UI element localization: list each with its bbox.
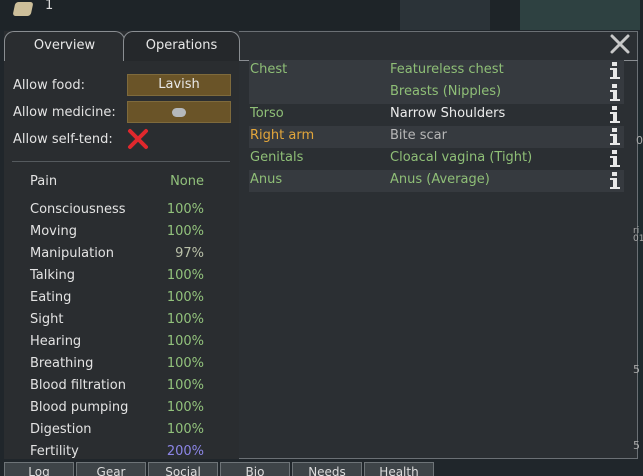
info-icon[interactable] [609,105,621,124]
world-tile [520,0,640,30]
capacity-row: Consciousness 100% [0,202,204,224]
capacity-name: Blood pumping [30,400,129,415]
capacity-name: Breathing [30,356,94,371]
capacity-name: Eating [30,290,72,305]
bottom-tab-social[interactable]: Social [148,462,218,476]
info-icon[interactable] [609,127,621,146]
bottom-tab-gear[interactable]: Gear [76,462,146,476]
close-icon[interactable] [609,33,631,55]
capacity-row: Manipulation 97% [0,246,204,268]
capacity-row: Sight 100% [0,312,204,334]
side-number: 01 [633,234,643,244]
capacity-name: Blood filtration [30,378,126,393]
capacity-row: Blood pumping 100% [0,400,204,422]
capacity-row: Eating 100% [0,290,204,312]
capacity-row: Talking 100% [0,268,204,290]
bottom-tab-label: Health [379,465,419,476]
side-number: 5 [633,439,640,452]
allow-self-tend-label: Allow self-tend: [13,132,113,147]
capacity-value: 100% [166,334,204,349]
capacity-name: Sight [30,312,64,327]
bottom-tab-bio[interactable]: Bio [220,462,290,476]
allow-medicine-button[interactable] [127,101,231,123]
condition: Featureless chest [390,62,504,77]
tab-overview[interactable]: Overview [4,31,125,61]
capacity-value: 100% [166,378,204,393]
capacity-row: Digestion 100% [0,422,204,444]
allow-food-button[interactable]: Lavish [127,74,231,96]
resource-count: 1 [45,0,54,13]
capacity-name: Consciousness [30,202,126,217]
info-icon[interactable] [609,171,621,190]
capacity-value: 100% [166,422,204,437]
bottom-tab-label: Log [28,465,50,476]
allow-food-value: Lavish [158,77,200,92]
condition: Cloacal vagina (Tight) [390,150,533,165]
capacity-value: 200% [166,444,204,458]
tab-operations[interactable]: Operations [123,31,240,61]
capacity-name: Moving [30,224,77,239]
world-tile [400,0,490,30]
silver-resource-icon [12,2,34,16]
hediff-row[interactable]: Anus Anus (Average) [249,170,624,192]
capacity-name: Fertility [30,444,79,458]
hediff-row[interactable]: Chest Featureless chest [249,60,624,82]
condition: Narrow Shoulders [390,106,506,121]
tab-overview-label: Overview [33,38,96,53]
capacity-value: 100% [166,290,204,305]
allow-medicine-label: Allow medicine: [13,105,116,120]
capacity-name: Hearing [30,334,82,349]
pain-label: Pain [30,174,58,189]
capacity-value: 100% [166,268,204,283]
capacity-row: Blood filtration 100% [0,378,204,400]
medicine-icon [172,108,186,117]
info-icon[interactable] [609,83,621,102]
pain-value: None [170,174,204,189]
condition: Anus (Average) [390,172,490,187]
pain-row: Pain None [0,174,204,196]
capacity-row: Breathing 100% [0,356,204,378]
capacity-value: 100% [166,224,204,239]
info-icon[interactable] [609,149,621,168]
bottom-tab-log[interactable]: Log [4,462,74,476]
capacity-value: 100% [166,400,204,415]
bottom-tab-label: Gear [96,465,126,476]
tab-operations-label: Operations [145,38,218,53]
capacity-row: Moving 100% [0,224,204,246]
bottom-tab-label: Social [165,465,201,476]
capacity-name: Digestion [30,422,92,437]
side-number: 5 [633,363,640,376]
side-number: 0 [636,134,643,147]
capacity-value: 100% [166,312,204,327]
capacity-row: Fertility 200% [0,444,204,458]
capacity-value: 100% [166,356,204,371]
capacity-name: Manipulation [30,246,115,261]
body-part: Genitals [250,150,304,165]
condition: Breasts (Nipples) [390,84,502,99]
info-icon[interactable] [609,61,621,80]
hediff-row[interactable]: Genitals Cloacal vagina (Tight) [249,148,624,170]
capacity-row: Hearing 100% [0,334,204,356]
body-part: Right arm [250,128,315,143]
body-part: Torso [250,106,284,121]
allow-food-label: Allow food: [13,78,85,93]
body-part: Chest [250,62,288,77]
hediff-row[interactable]: Torso Narrow Shoulders [249,104,624,126]
capacity-value: 97% [175,246,204,261]
bottom-tab-label: Bio [245,465,265,476]
deny-x-icon[interactable] [127,128,149,150]
body-part: Anus [250,172,283,187]
condition: Bite scar [390,128,447,143]
hediff-row[interactable]: Breasts (Nipples) [249,82,624,104]
capacity-value: 100% [166,202,204,217]
bottom-tab-health[interactable]: Health [364,462,434,476]
bottom-tab-label: Needs [308,465,346,476]
hediff-row[interactable]: Right arm Bite scar [249,126,624,148]
section-divider [12,161,230,162]
bottom-tab-needs[interactable]: Needs [292,462,362,476]
capacity-name: Talking [30,268,75,283]
